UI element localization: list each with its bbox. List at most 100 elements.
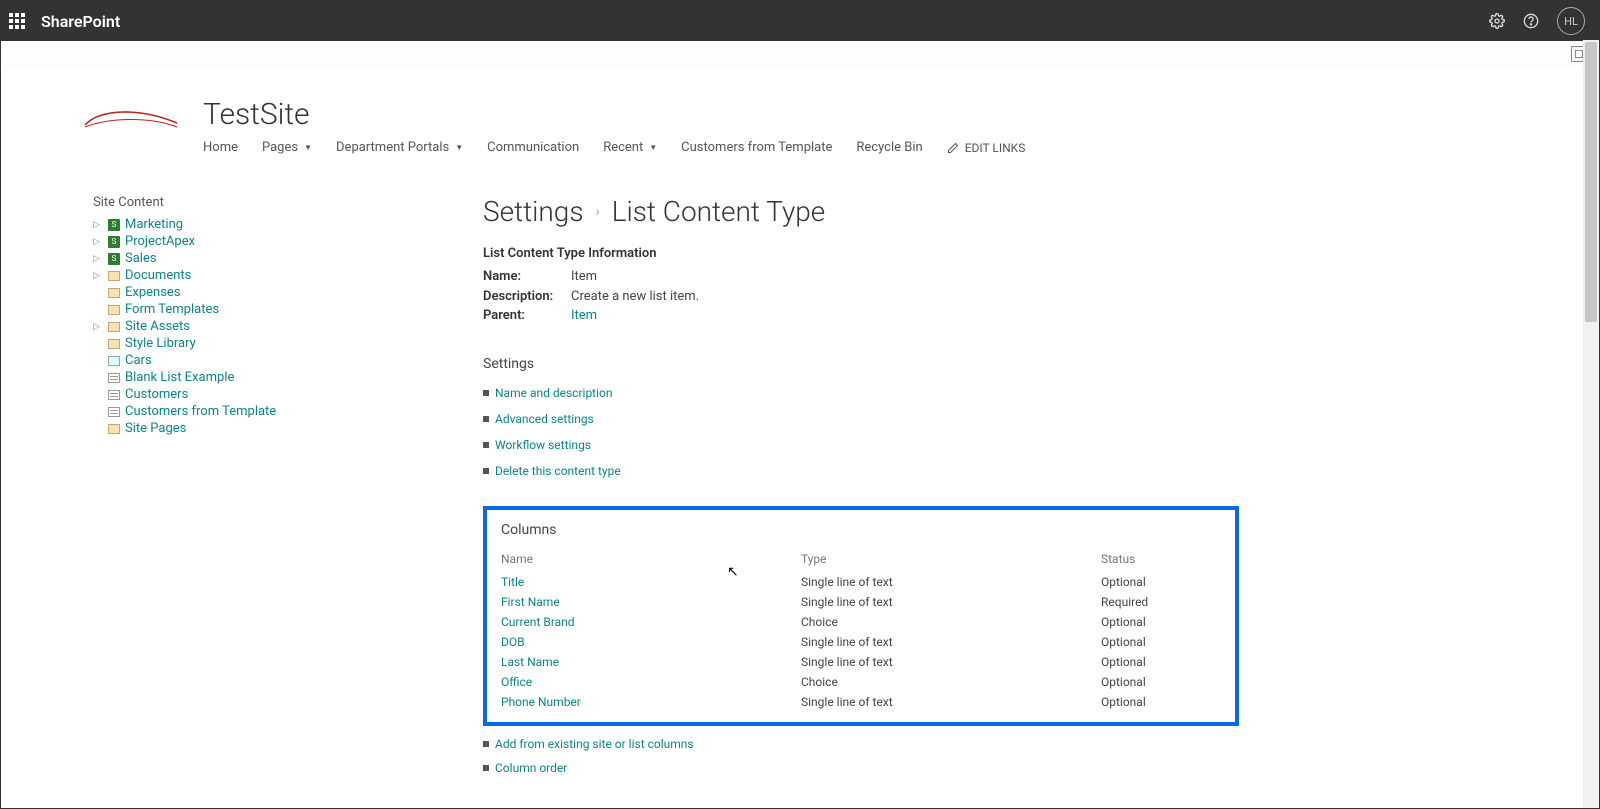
column-type: Single line of text: [801, 592, 1101, 612]
settings-item: Advanced settings: [483, 406, 1363, 432]
site-logo[interactable]: [77, 97, 185, 143]
bullet-icon: [483, 765, 489, 771]
app-launcher-icon[interactable]: [9, 13, 25, 29]
tree-item[interactable]: ▷SProjectApex: [93, 233, 323, 250]
table-row: First Name Single line of textRequired: [501, 592, 1221, 612]
tree-item[interactable]: Cars: [93, 352, 323, 369]
folder-icon: [107, 303, 121, 317]
tree-item[interactable]: Expenses: [93, 284, 323, 301]
column-name-link[interactable]: First Name: [501, 595, 560, 609]
top-nav: Home Pages▼ Department Portals▼ Communic…: [203, 140, 1025, 155]
expander-icon[interactable]: ▷: [93, 322, 103, 332]
tree-item[interactable]: Customers from Template: [93, 403, 323, 420]
ct-parent-label: Parent:: [483, 306, 559, 326]
suite-bar: SharePoint HL: [1, 1, 1599, 41]
bullet-icon: [483, 468, 489, 474]
tree-item[interactable]: ▷SMarketing: [93, 216, 323, 233]
breadcrumb-parent[interactable]: Settings: [483, 195, 584, 228]
column-name-link[interactable]: Title: [501, 575, 524, 589]
site-title[interactable]: TestSite: [203, 97, 1025, 132]
tree-item-label: Customers from Template: [125, 404, 276, 419]
columns-action-item: Add from existing site or list columns: [483, 732, 1363, 756]
expander-icon[interactable]: ▷: [93, 271, 103, 281]
column-status: Optional: [1101, 572, 1221, 592]
tree-item-label: Form Templates: [125, 302, 219, 317]
expander-icon[interactable]: ▷: [93, 220, 103, 230]
column-type: Choice: [801, 672, 1101, 692]
column-status: Optional: [1101, 672, 1221, 692]
expander-icon[interactable]: ▷: [93, 254, 103, 264]
bullet-icon: [483, 390, 489, 396]
tree-item[interactable]: ▷Site Assets: [93, 318, 323, 335]
settings-link[interactable]: Advanced settings: [495, 412, 594, 426]
column-type: Single line of text: [801, 632, 1101, 652]
ct-desc-label: Description:: [483, 287, 559, 307]
column-status: Required: [1101, 592, 1221, 612]
col-header-status[interactable]: Status: [1101, 550, 1221, 572]
tree-item-label: Expenses: [125, 285, 181, 300]
tree-item[interactable]: Customers: [93, 386, 323, 403]
nav-department-portals[interactable]: Department Portals▼: [336, 140, 463, 155]
tree-item[interactable]: Form Templates: [93, 301, 323, 318]
suite-product-name[interactable]: SharePoint: [41, 12, 120, 31]
table-row: TitleSingle line of textOptional: [501, 572, 1221, 592]
ct-parent-link[interactable]: Item: [571, 308, 597, 323]
tree-item[interactable]: ▷ Documents: [93, 267, 323, 284]
settings-heading: Settings: [483, 356, 1363, 372]
tree-item-label: Documents: [125, 268, 191, 283]
site-header: TestSite Home Pages▼ Department Portals▼…: [1, 67, 1599, 155]
settings-gear-icon[interactable]: [1489, 13, 1505, 29]
column-name-link[interactable]: Office: [501, 675, 532, 689]
columns-action-item: Column order: [483, 756, 1363, 780]
columns-action-link[interactable]: Column order: [495, 761, 567, 775]
col-header-type[interactable]: Type: [801, 550, 1101, 572]
settings-item: Name and description: [483, 380, 1363, 406]
column-name-link[interactable]: Last Name: [501, 655, 559, 669]
scroll-thumb[interactable]: [1585, 42, 1597, 322]
col-header-name[interactable]: Name: [501, 550, 801, 572]
chevron-down-icon: ▼: [455, 143, 463, 152]
ct-name-value: Item: [571, 267, 597, 287]
settings-item: Delete this content type: [483, 458, 1363, 484]
tree-item-label: Sales: [125, 251, 157, 266]
nav-recycle-bin[interactable]: Recycle Bin: [856, 140, 922, 155]
list-icon: [107, 405, 121, 419]
columns-actions: Add from existing site or list columns Co…: [483, 732, 1363, 780]
columns-section: Columns Name Type Status TitleSingle lin…: [483, 506, 1239, 726]
tree-item-label: Customers: [125, 387, 188, 402]
table-row: Office ChoiceOptional: [501, 672, 1221, 692]
column-type: Choice: [801, 612, 1101, 632]
breadcrumb-separator-icon: ›: [596, 204, 600, 220]
column-status: Optional: [1101, 692, 1221, 712]
tree-item[interactable]: Blank List Example: [93, 369, 323, 386]
expander-icon[interactable]: ▷: [93, 237, 103, 247]
column-name-link[interactable]: Current Brand: [501, 615, 575, 629]
edit-links-button[interactable]: EDIT LINKS: [947, 141, 1026, 155]
nav-recent[interactable]: Recent▼: [603, 140, 657, 155]
help-icon[interactable]: [1523, 13, 1539, 29]
settings-link[interactable]: Name and description: [495, 386, 613, 400]
nav-communication[interactable]: Communication: [487, 140, 579, 155]
ribbon-strip: [1, 41, 1599, 67]
table-row: Phone Number Single line of textOptional: [501, 692, 1221, 712]
tree-item[interactable]: Style Library: [93, 335, 323, 352]
nav-customers-from-template[interactable]: Customers from Template: [681, 140, 832, 155]
nav-pages[interactable]: Pages▼: [262, 140, 312, 155]
breadcrumb-current: List Content Type: [612, 195, 826, 228]
column-name-link[interactable]: Phone Number: [501, 695, 581, 709]
tree-item[interactable]: Site Pages: [93, 420, 323, 437]
folder-icon: [107, 320, 121, 334]
columns-table: Name Type Status TitleSingle line of tex…: [501, 550, 1221, 712]
column-name-link[interactable]: DOB: [501, 635, 525, 649]
settings-link[interactable]: Delete this content type: [495, 464, 621, 478]
vertical-scrollbar[interactable]: [1583, 40, 1599, 808]
tree-item[interactable]: ▷SSales: [93, 250, 323, 267]
bullet-icon: [483, 741, 489, 747]
nav-home[interactable]: Home: [203, 140, 238, 155]
user-avatar[interactable]: HL: [1557, 7, 1585, 35]
ct-info-heading: List Content Type Information: [483, 246, 1363, 261]
column-type: Single line of text: [801, 692, 1101, 712]
tree-item-label: Site Pages: [125, 421, 186, 436]
columns-action-link[interactable]: Add from existing site or list columns: [495, 737, 694, 751]
settings-link[interactable]: Workflow settings: [495, 438, 591, 452]
